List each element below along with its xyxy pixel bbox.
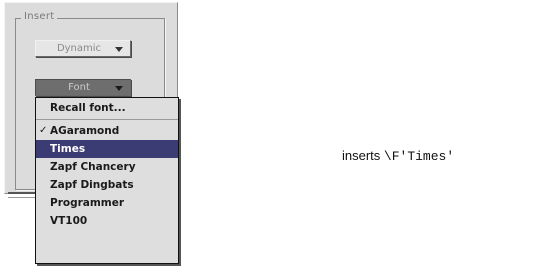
font-popup-label: Font	[68, 82, 90, 93]
menu-item-label: AGaramond	[50, 125, 120, 137]
menu-item-agaramond[interactable]: ✓ AGaramond	[36, 122, 178, 140]
group-label: Insert	[21, 11, 58, 22]
menu-item-recall-font[interactable]: Recall font...	[36, 99, 178, 117]
window-edge	[8, 192, 36, 198]
caption-code: \F'Times'	[383, 149, 455, 164]
dynamic-popup-label: Dynamic	[56, 43, 102, 54]
menu-item-label: Recall font...	[50, 102, 126, 114]
checkmark-icon: ✓	[39, 125, 48, 136]
font-menu: Recall font... ✓ AGaramond Times Zapf Ch…	[35, 97, 179, 264]
menu-item-programmer[interactable]: Programmer	[36, 194, 178, 212]
insert-caption: inserts \F'Times'	[342, 148, 454, 164]
dynamic-popup-button[interactable]: Dynamic	[35, 40, 131, 57]
menu-item-vt100[interactable]: VT100	[36, 212, 178, 230]
menu-item-label: Zapf Dingbats	[50, 179, 134, 191]
menu-item-label: VT100	[50, 215, 88, 227]
chevron-down-icon	[115, 86, 123, 91]
menu-item-label: Zapf Chancery	[50, 161, 136, 173]
menu-item-times[interactable]: Times	[36, 140, 178, 158]
menu-item-zapf-chancery[interactable]: Zapf Chancery	[36, 158, 178, 176]
caption-text: inserts	[342, 148, 381, 163]
menu-item-label: Times	[50, 143, 86, 155]
chevron-down-icon	[115, 47, 123, 52]
menu-item-zapf-dingbats[interactable]: Zapf Dingbats	[36, 176, 178, 194]
font-popup-button[interactable]: Font	[35, 79, 131, 96]
menu-item-label: Programmer	[50, 197, 125, 209]
menu-separator	[36, 119, 178, 120]
